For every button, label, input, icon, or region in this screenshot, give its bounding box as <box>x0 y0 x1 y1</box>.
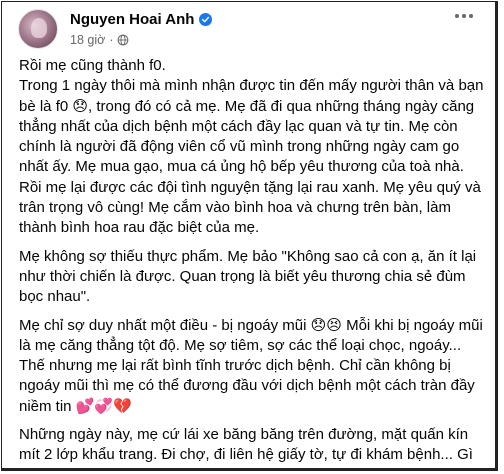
post-card: Nguyen Hoai Anh 18 giờ · Rồi mẹ cũng thà… <box>1 1 498 471</box>
post-timestamp[interactable]: 18 giờ <box>70 33 105 47</box>
meta-separator: · <box>109 33 114 47</box>
post-time-row: 18 giờ · <box>70 33 212 47</box>
post-body: Rồi mẹ cũng thành f0. Trong 1 ngày thôi … <box>19 56 485 468</box>
avatar[interactable] <box>18 9 58 49</box>
verified-badge-icon <box>199 12 213 26</box>
author-row: Nguyen Hoai Anh <box>70 10 213 28</box>
globe-icon <box>118 34 129 46</box>
more-horizontal-icon[interactable] <box>455 14 473 18</box>
post-paragraph-4: Những ngày này, mẹ cứ lái xe băng băng t… <box>19 426 473 468</box>
post-paragraph-3: Mẹ chỉ sợ duy nhất một điều - bị ngoáy m… <box>19 316 483 415</box>
post-header: Nguyen Hoai Anh 18 giờ · <box>18 9 213 53</box>
post-meta: Nguyen Hoai Anh 18 giờ · <box>70 10 213 47</box>
post-paragraph-2: Mẹ không sợ thiếu thực phẩm. Mẹ bảo "Khô… <box>19 247 477 306</box>
post-paragraph-1: Rồi mẹ cũng thành f0. Trong 1 ngày thôi … <box>19 57 484 237</box>
author-name[interactable]: Nguyen Hoai Anh <box>70 11 194 28</box>
